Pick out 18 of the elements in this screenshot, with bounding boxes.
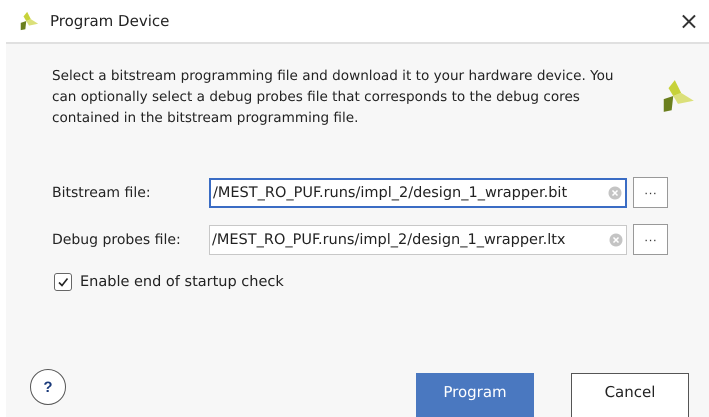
- checkbox-label: Enable end of startup check: [80, 274, 284, 290]
- checkbox[interactable]: [54, 273, 72, 291]
- file-field[interactable]: /MEST_RO_PUF.runs/impl_2/design_1_wrapper.bit: [209, 178, 627, 208]
- cancel-button[interactable]: Cancel: [571, 373, 689, 417]
- file-field[interactable]: /MEST_RO_PUF.runs/impl_2/design_1_wrapper.ltx: [209, 224, 627, 254]
- window-title: Program Device: [50, 12, 170, 30]
- clear-icon[interactable]: [608, 186, 622, 200]
- field-label: Bitstream file:: [52, 184, 152, 200]
- field-label: Debug probes file:: [52, 232, 182, 248]
- program-button[interactable]: Program: [416, 373, 534, 417]
- close-button[interactable]: ×: [678, 9, 699, 33]
- clear-icon[interactable]: [609, 232, 623, 246]
- check-icon: [57, 276, 69, 288]
- description-text: Select a bitstream programming file and download it to your hardware device. You can optionally select a debug probes file that corresponds to the debug cores contained in the bitstream programming file.: [52, 67, 615, 128]
- browse-button[interactable]: ···: [633, 224, 668, 255]
- browse-button[interactable]: ···: [633, 177, 668, 208]
- logo-icon: [18, 10, 40, 32]
- help-button[interactable]: ?: [30, 369, 66, 405]
